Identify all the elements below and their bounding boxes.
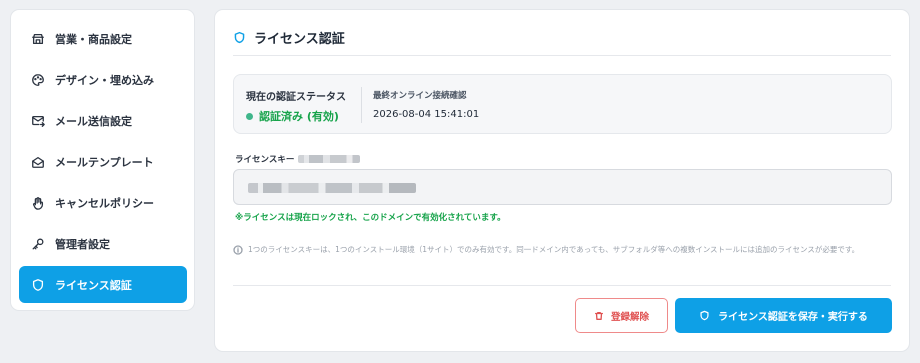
sidebar-item-label: ライセンス認証 <box>55 278 132 292</box>
sidebar-item-design[interactable]: デザイン・埋め込み <box>19 61 187 98</box>
save-license-button[interactable]: ライセンス認証を保存・実行する <box>675 298 892 333</box>
page-title-text: ライセンス認証 <box>254 32 345 47</box>
shield-icon <box>699 310 710 321</box>
mail-open-icon <box>31 155 45 169</box>
sidebar-item-label: デザイン・埋め込み <box>55 73 154 87</box>
last-check-label: 最終オンライン接続確認 <box>373 91 467 101</box>
sidebar-item-license[interactable]: ライセンス認証 <box>19 266 187 303</box>
settings-sidebar: 営業・商品設定 デザイン・埋め込み メール送信設定 メールテンプレート キャンセ… <box>10 9 195 311</box>
shield-icon <box>31 278 45 292</box>
last-check-value: 2026-08-04 15:41:01 <box>373 109 480 120</box>
sidebar-item-label: メールテンプレート <box>55 155 154 169</box>
footer-divider <box>233 285 891 286</box>
license-key-label-text: ライセンスキー <box>235 155 295 165</box>
shield-icon <box>233 31 246 44</box>
license-key-label: ライセンスキー <box>235 153 361 165</box>
license-key-input[interactable] <box>233 169 892 205</box>
unregister-button[interactable]: 登録解除 <box>575 298 668 333</box>
title-divider <box>233 55 891 56</box>
trash-icon <box>594 311 604 321</box>
sidebar-item-mail-template[interactable]: メールテンプレート <box>19 143 187 180</box>
mail-send-icon <box>31 114 45 128</box>
sidebar-item-label: メール送信設定 <box>55 114 132 128</box>
sidebar-item-admin-settings[interactable]: 管理者設定 <box>19 225 187 262</box>
sidebar-item-label: 管理者設定 <box>55 237 110 251</box>
license-panel: ライセンス認証 現在の認証ステータス 認証済み (有効) 最終オンライン接続確認… <box>214 9 910 352</box>
sidebar-item-mail-settings[interactable]: メール送信設定 <box>19 102 187 139</box>
sidebar-item-label: 営業・商品設定 <box>55 32 132 46</box>
hand-icon <box>31 196 45 210</box>
unregister-button-label: 登録解除 <box>610 311 649 323</box>
info-text: 1つのライセンスキーは、1つのインストール環境（1サイト）でのみ有効です。同一ド… <box>248 245 860 254</box>
status-value: 認証済み (有効) <box>259 110 339 123</box>
sidebar-item-store-settings[interactable]: 営業・商品設定 <box>19 20 187 57</box>
key-icon <box>31 237 45 251</box>
status-badge: 認証済み (有効) <box>246 108 339 124</box>
info-icon <box>233 245 243 255</box>
status-label: 現在の認証ステータス <box>246 92 346 103</box>
license-info-note: 1つのライセンスキーは、1つのインストール環境（1サイト）でのみ有効です。同一ド… <box>233 243 888 256</box>
store-icon <box>31 32 45 46</box>
page-title: ライセンス認証 <box>233 28 345 47</box>
save-license-button-label: ライセンス認証を保存・実行する <box>718 312 868 323</box>
palette-icon <box>31 73 45 87</box>
sidebar-item-cancel-policy[interactable]: キャンセルポリシー <box>19 184 187 221</box>
status-divider <box>361 87 362 123</box>
license-status-box: 現在の認証ステータス 認証済み (有効) 最終オンライン接続確認 2026-08… <box>233 74 892 134</box>
license-lock-note: ※ライセンスは現在ロックされ、このドメインで有効化されています。 <box>235 213 506 223</box>
redacted-license-key <box>248 183 416 193</box>
status-dot-icon <box>246 112 253 120</box>
sidebar-item-label: キャンセルポリシー <box>55 196 154 210</box>
redacted-text <box>298 155 361 163</box>
